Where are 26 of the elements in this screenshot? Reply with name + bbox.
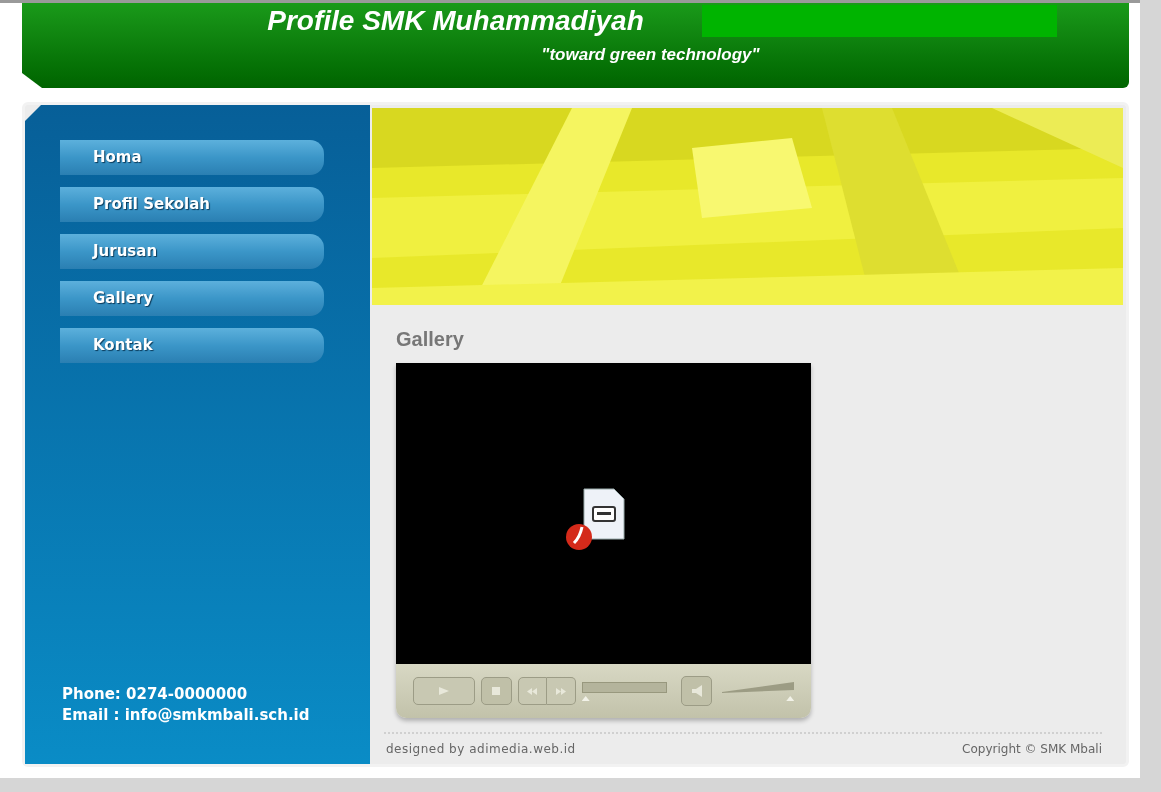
play-button[interactable] (413, 677, 475, 705)
rewind-icon (527, 687, 538, 695)
nav-link[interactable]: Gallery (60, 281, 324, 316)
site-tagline: "toward green technology" (541, 45, 760, 65)
nav-link[interactable]: Jurusan (60, 234, 324, 269)
phone-number: Phone: 0274-0000000 (62, 684, 249, 705)
fast-forward-icon (555, 687, 566, 695)
next-button[interactable] (546, 677, 576, 705)
section-heading: Gallery (396, 327, 465, 351)
progress-track[interactable] (581, 679, 668, 703)
previous-button[interactable] (517, 677, 547, 705)
volume-button[interactable] (681, 676, 713, 706)
play-icon (438, 687, 449, 695)
stop-button[interactable] (480, 677, 512, 705)
volume-slider[interactable] (722, 679, 794, 703)
volume-thumb[interactable] (786, 696, 795, 701)
site-title: Profile SMK Muhammadiyah (267, 5, 644, 37)
progress-thumb[interactable] (581, 696, 590, 701)
stop-icon (492, 687, 501, 695)
nav-link[interactable]: Kontak (60, 328, 324, 363)
copyright-text: Copyright © SMK Mbali (962, 741, 1102, 758)
speaker-icon (691, 685, 702, 697)
nav-link[interactable]: Homa (60, 140, 324, 175)
nav-link[interactable]: Profil Sekolah (60, 187, 324, 222)
email-address: Email : info@smkmbali.sch.id (62, 705, 311, 726)
designer-credit: designed by adimedia.web.id (386, 741, 576, 758)
